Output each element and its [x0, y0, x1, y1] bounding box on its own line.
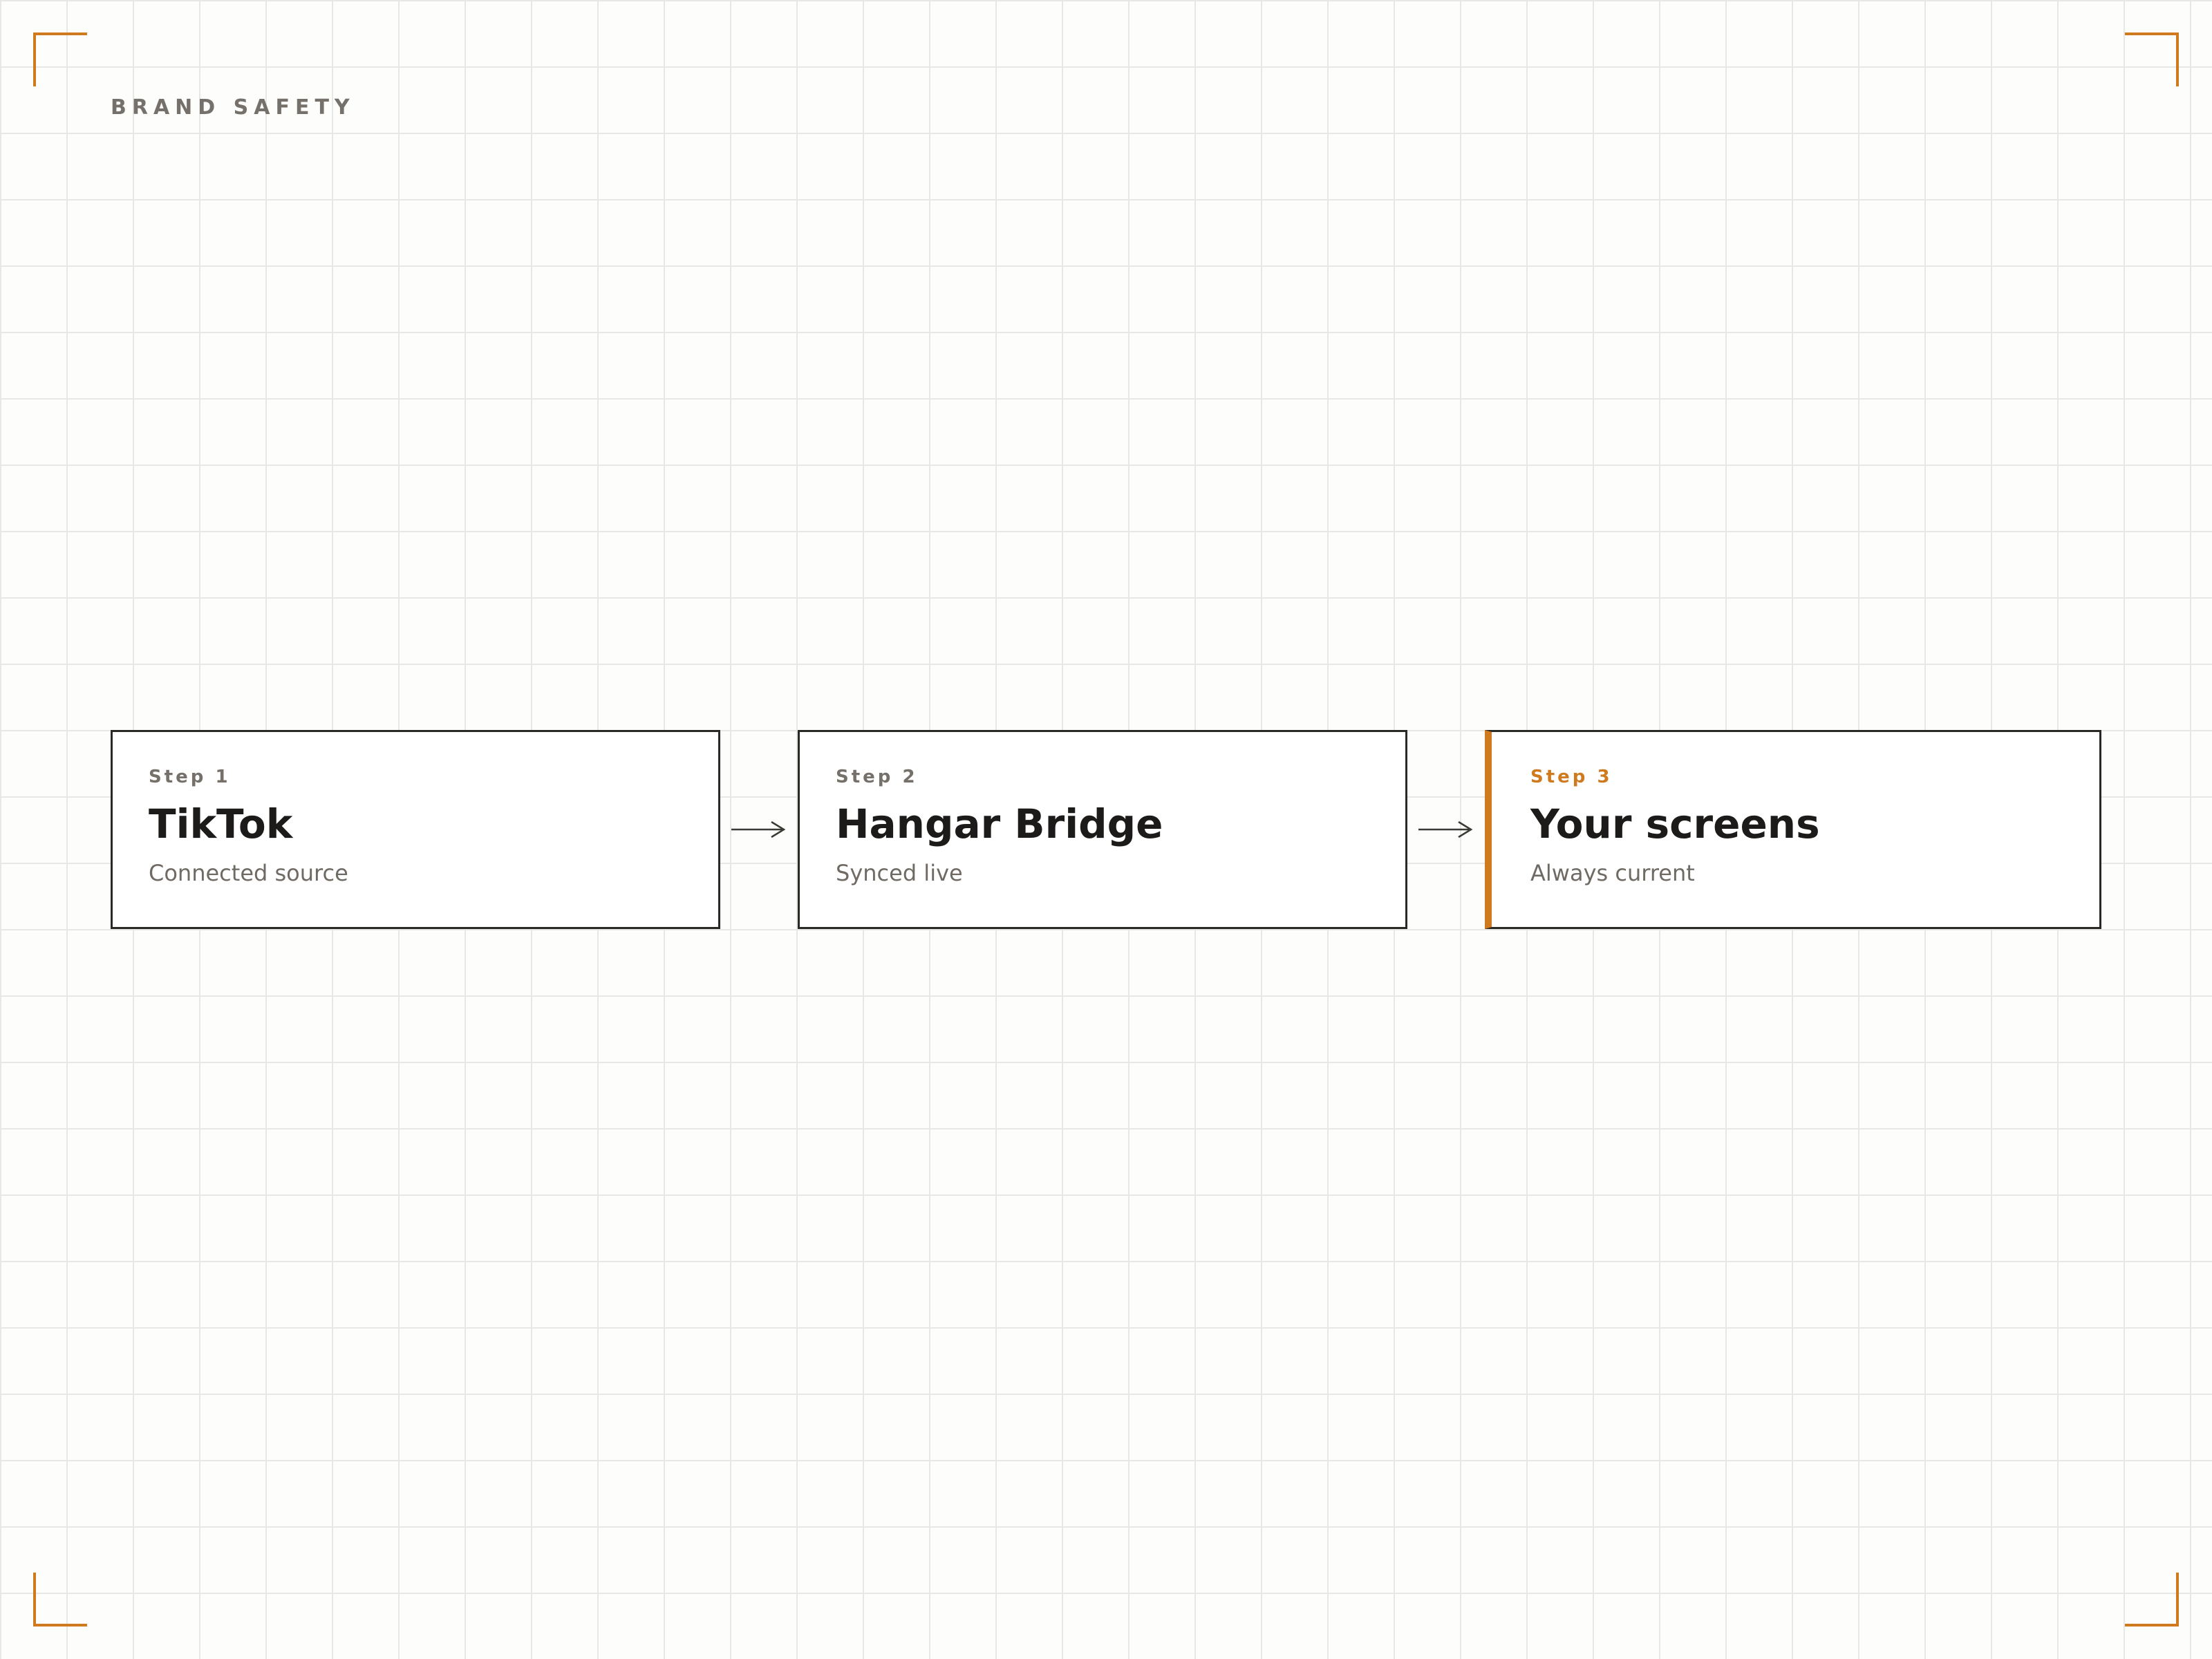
arrow-right-icon [731, 821, 786, 838]
step-number: Step 1 [149, 767, 231, 787]
step-number: Step 2 [836, 767, 918, 787]
step-card-3: Step 3 Your screens Always current [1485, 730, 2101, 929]
arrow-right-icon [1418, 821, 1473, 838]
corner-bracket-top-right-icon [2125, 32, 2179, 86]
corner-bracket-bottom-left-icon [33, 1573, 87, 1627]
step-number: Step 3 [1530, 767, 1613, 787]
step-title: TikTok [149, 800, 293, 847]
step-subtitle: Synced live [836, 860, 963, 886]
corner-bracket-bottom-right-icon [2125, 1573, 2179, 1627]
step-title: Your screens [1530, 800, 1820, 847]
section-label: BRAND SAFETY [111, 95, 355, 120]
corner-bracket-top-left-icon [33, 32, 87, 86]
flow-diagram: Step 1 TikTok Connected source Step 2 Ha… [111, 730, 2101, 929]
step-subtitle: Connected source [149, 860, 348, 886]
step-subtitle: Always current [1530, 860, 1695, 886]
step-card-2: Step 2 Hangar Bridge Synced live [798, 730, 1407, 929]
step-card-1: Step 1 TikTok Connected source [111, 730, 720, 929]
step-title: Hangar Bridge [836, 800, 1163, 847]
